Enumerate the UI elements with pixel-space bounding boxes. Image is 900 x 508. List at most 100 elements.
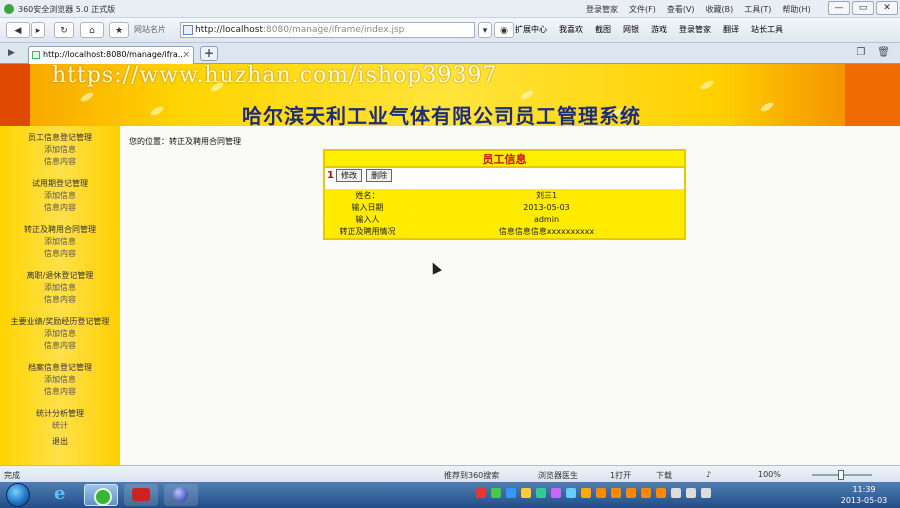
recommend-360-search[interactable]: 推荐到360搜索 bbox=[444, 470, 499, 481]
tray-icon[interactable] bbox=[491, 488, 501, 498]
internet-explorer-icon[interactable] bbox=[44, 483, 78, 506]
sidebar-item-add[interactable]: 添加信息 bbox=[0, 374, 120, 386]
sidebar-group-title[interactable]: 转正及聘用合同管理 bbox=[0, 224, 120, 236]
security-shield-icon[interactable]: ◉ bbox=[494, 22, 514, 38]
ebank-link[interactable]: 网银 bbox=[623, 24, 639, 35]
start-button[interactable] bbox=[6, 483, 30, 507]
new-tab-button[interactable]: + bbox=[200, 46, 218, 61]
menu-tools[interactable]: 工具(T) bbox=[744, 4, 771, 15]
navigation-toolbar: ◀ ▸ ↻ ⌂ ★ 网站名片 http://localhost:8080/man… bbox=[0, 18, 900, 43]
maximize-button[interactable]: ▭ bbox=[852, 1, 874, 15]
sidebar-item-content[interactable]: 信息内容 bbox=[0, 156, 120, 168]
tray-icon[interactable] bbox=[581, 488, 591, 498]
star-icon[interactable]: ★ bbox=[109, 22, 129, 38]
table-row: 姓名： 刘三1 bbox=[325, 189, 684, 202]
open-count[interactable]: 1打开 bbox=[610, 470, 631, 481]
tray-icon[interactable] bbox=[551, 488, 561, 498]
address-bar[interactable]: http://localhost:8080/manage/iframe/inde… bbox=[180, 22, 475, 38]
sidebar-group-title[interactable]: 档案信息登记管理 bbox=[0, 362, 120, 374]
system-banner: https://www.huzhan.com/ishop39397 哈尔滨天利工… bbox=[0, 64, 900, 126]
sidebar-item-content[interactable]: 信息内容 bbox=[0, 248, 120, 260]
app-icon[interactable] bbox=[124, 484, 158, 506]
tray-icon[interactable] bbox=[566, 488, 576, 498]
download-button[interactable]: 下载 bbox=[656, 470, 672, 481]
menu-login-manager[interactable]: 登录管家 bbox=[586, 4, 618, 15]
sidebar-group-title[interactable]: 离职/退休登记管理 bbox=[0, 270, 120, 282]
close-window-button[interactable]: ✕ bbox=[876, 1, 898, 15]
likes-link[interactable]: 我喜欢 bbox=[559, 24, 583, 35]
media-player-icon[interactable] bbox=[164, 484, 198, 506]
home-icon[interactable]: ⌂ bbox=[80, 22, 104, 38]
sidebar-group-title[interactable]: 试用期登记管理 bbox=[0, 178, 120, 190]
trash-icon[interactable]: 🗑 bbox=[877, 47, 890, 58]
sound-icon[interactable]: ♪ bbox=[706, 470, 711, 479]
clock-time: 11:39 bbox=[852, 485, 876, 494]
tab-localhost[interactable]: http://localhost:8080/manage/ifra... × bbox=[28, 46, 194, 64]
zoom-level[interactable]: 100% bbox=[758, 470, 781, 479]
favorites-card-button[interactable]: 网站名片 bbox=[134, 22, 180, 38]
menu-file[interactable]: 文件(F) bbox=[629, 4, 656, 15]
zoom-slider-handle[interactable] bbox=[838, 470, 844, 480]
sidebar-item-content[interactable]: 信息内容 bbox=[0, 294, 120, 306]
tab-list-icon[interactable]: ❐ bbox=[856, 47, 865, 58]
sidebar-item-add[interactable]: 添加信息 bbox=[0, 190, 120, 202]
login-manager-link[interactable]: 登录管家 bbox=[679, 24, 711, 35]
zoom-slider[interactable] bbox=[812, 470, 872, 480]
tray-icon[interactable] bbox=[656, 488, 666, 498]
refresh-icon[interactable]: ↻ bbox=[54, 22, 74, 38]
breadcrumb: 您的位置：转正及聘用合同管理 bbox=[129, 137, 241, 146]
tray-icon[interactable] bbox=[521, 488, 531, 498]
sidebar-group: 档案信息登记管理 添加信息 信息内容 bbox=[0, 362, 120, 398]
tray-icon[interactable] bbox=[476, 488, 486, 498]
menu-favorites[interactable]: 收藏(B) bbox=[706, 4, 734, 15]
screenshot-link[interactable]: 截图 bbox=[595, 24, 611, 35]
banner-right-edge bbox=[845, 64, 900, 126]
sidebar-group: 统计分析管理 统计 bbox=[0, 408, 120, 432]
sidebar-group-title[interactable]: 员工信息登记管理 bbox=[0, 132, 120, 144]
address-dropdown-icon[interactable]: ▾ bbox=[478, 22, 492, 38]
translate-link[interactable]: 翻译 bbox=[723, 24, 739, 35]
360-browser-icon[interactable] bbox=[84, 484, 118, 506]
tray-icon[interactable] bbox=[641, 488, 651, 498]
forward-arrow-icon[interactable]: ▸ bbox=[31, 22, 45, 38]
sidebar-logout[interactable]: 退出 bbox=[0, 436, 120, 448]
sidebar-item-add[interactable]: 添加信息 bbox=[0, 328, 120, 340]
sidebar-item-content[interactable]: 信息内容 bbox=[0, 386, 120, 398]
tray-icon[interactable] bbox=[686, 488, 696, 498]
sidebar-toggle-icon[interactable]: ▶ bbox=[8, 48, 15, 58]
sidebar-item-add[interactable]: 添加信息 bbox=[0, 236, 120, 248]
sidebar-group-title[interactable]: 主要业绩/奖励经历登记管理 bbox=[0, 316, 120, 328]
minimize-button[interactable]: — bbox=[828, 1, 850, 15]
tray-icon[interactable] bbox=[671, 488, 681, 498]
field-label: 输入人 bbox=[325, 213, 410, 226]
games-link[interactable]: 游戏 bbox=[651, 24, 667, 35]
tab-close-icon[interactable]: × bbox=[182, 47, 190, 63]
webmaster-tools-link[interactable]: 站长工具 bbox=[751, 24, 783, 35]
tray-icon[interactable] bbox=[506, 488, 516, 498]
sidebar-item-add[interactable]: 添加信息 bbox=[0, 282, 120, 294]
tray-icon[interactable] bbox=[596, 488, 606, 498]
sidebar-item-content[interactable]: 信息内容 bbox=[0, 340, 120, 352]
extensions-link[interactable]: 扩展中心 bbox=[515, 24, 547, 35]
sidebar: 员工信息登记管理 添加信息 信息内容 试用期登记管理 添加信息 信息内容 转正及… bbox=[0, 126, 120, 465]
edit-button[interactable]: 修改 bbox=[336, 169, 362, 182]
tray-icon[interactable] bbox=[536, 488, 546, 498]
delete-button[interactable]: 删除 bbox=[366, 169, 392, 182]
tray-icon[interactable] bbox=[626, 488, 636, 498]
system-clock[interactable]: 11:39 2013-05-03 bbox=[836, 484, 892, 506]
tray-icon[interactable] bbox=[611, 488, 621, 498]
back-arrow-icon[interactable]: ◀ bbox=[6, 22, 30, 38]
sidebar-group-title[interactable]: 统计分析管理 bbox=[0, 408, 120, 420]
sidebar-item-statistics[interactable]: 统计 bbox=[0, 420, 120, 432]
browser-doctor[interactable]: 浏览器医生 bbox=[538, 470, 578, 481]
tab-tools: ❐ 🗑 bbox=[856, 47, 890, 58]
tray-icon[interactable] bbox=[701, 488, 711, 498]
sidebar-item-content[interactable]: 信息内容 bbox=[0, 202, 120, 214]
panel-title: 员工信息 bbox=[325, 151, 684, 168]
browser-logo-icon bbox=[4, 4, 14, 14]
menu-view[interactable]: 查看(V) bbox=[667, 4, 695, 15]
menu-help[interactable]: 帮助(H) bbox=[782, 4, 810, 15]
table-row: 转正及聘用情况 信息信息信息xxxxxxxxxx bbox=[325, 225, 684, 238]
system-title: 哈尔滨天利工业气体有限公司员工管理系统 bbox=[242, 104, 641, 126]
sidebar-item-add[interactable]: 添加信息 bbox=[0, 144, 120, 156]
